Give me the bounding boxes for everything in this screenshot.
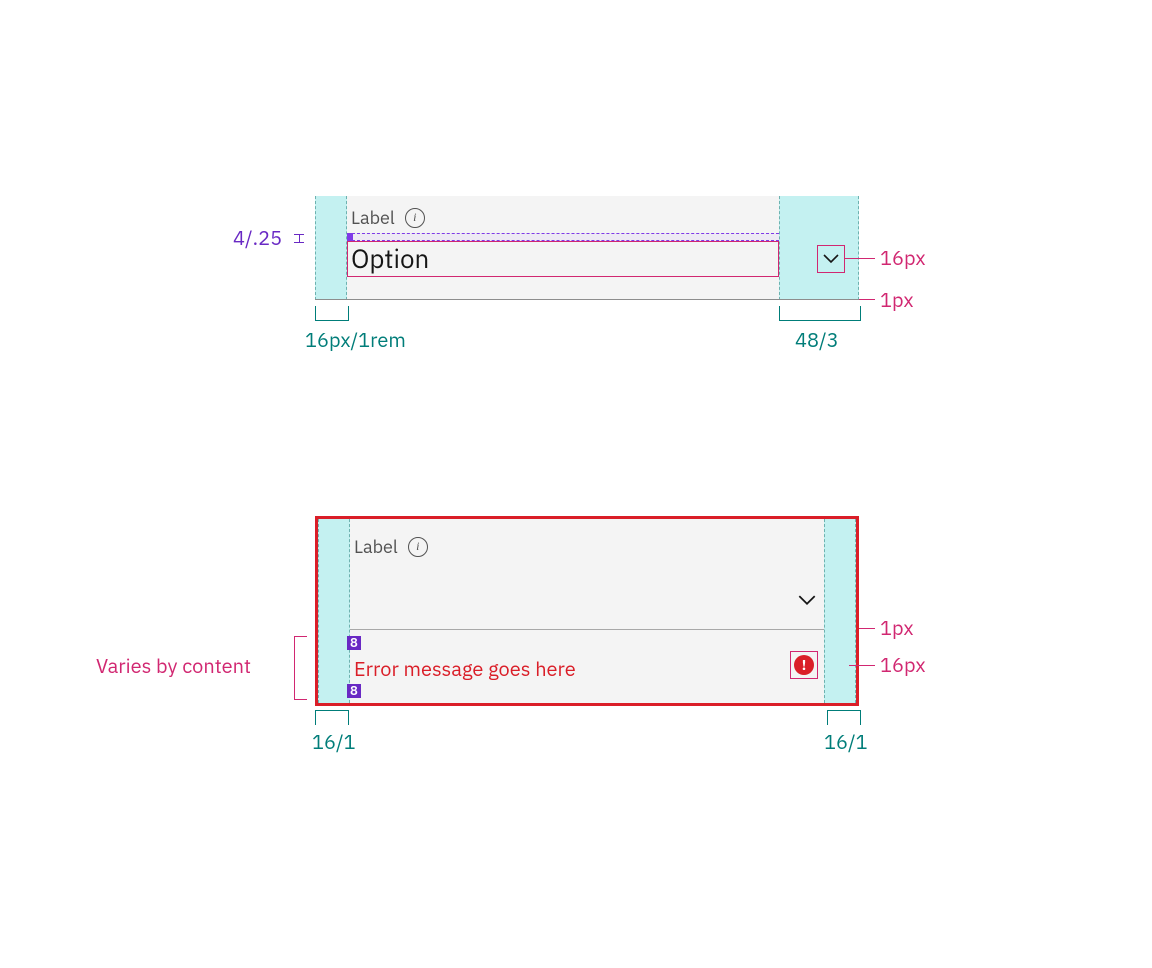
anno-gap-cap-bot [294,242,304,243]
anno-varies: Varies by content [96,656,251,676]
anno-left-pad2: 16/1 [312,732,356,752]
anno-rule-size: 1px [880,290,914,310]
anno-right-pad2-brace [827,710,861,725]
field-label-row: Label i [351,206,425,229]
anno-left-pad-brace [315,306,349,321]
label-gap-tick [347,233,353,241]
anno-label-gap: 4/.25 [233,228,282,248]
padding-guide-left [318,519,350,703]
chevron-hitbox-guide [817,245,845,273]
anno-gap-stem [299,234,300,242]
warning-filled-icon: ! [794,655,814,675]
anno-right-pad2: 16/1 [824,732,868,752]
anno-rule-leader [859,299,875,300]
label-gap-guide [347,233,779,241]
anno-rule2-size: 1px [880,618,914,638]
anno-left-pad2-brace [315,710,349,725]
error-message: Error message goes here [354,655,576,682]
field-label: Label [354,535,398,558]
anno-varies-brace [294,636,307,700]
anno-erricon-leader [849,665,875,666]
anno-right-pad-brace [779,306,861,321]
spacing-tag-top: 8 [347,636,361,650]
error-icon-hitbox-guide: ! [790,651,818,679]
selected-option: Option [351,242,429,276]
field-label-row: Label i [354,535,428,558]
field-label: Label [351,206,395,229]
anno-chev-leader [845,258,875,259]
anno-erricon-size: 16px [880,655,926,675]
info-icon: i [405,208,425,228]
chevron-down-icon [823,254,839,264]
anno-right-pad: 48/3 [795,330,839,350]
field-underline [350,629,824,630]
dropdown-spec-error: Label i Error message goes here ! [315,516,859,706]
info-icon: i [408,537,428,557]
anno-left-pad: 16px/1rem [305,330,406,350]
anno-rule2-leader [859,628,875,629]
padding-guide-right [824,519,856,703]
padding-guide-left [315,196,347,300]
chevron-down-icon [798,591,816,611]
field-underline [315,299,859,300]
spacing-tag-bottom: 8 [347,684,361,698]
dropdown-spec-normal: Label i Option [315,196,859,300]
anno-chev-size: 16px [880,248,926,268]
